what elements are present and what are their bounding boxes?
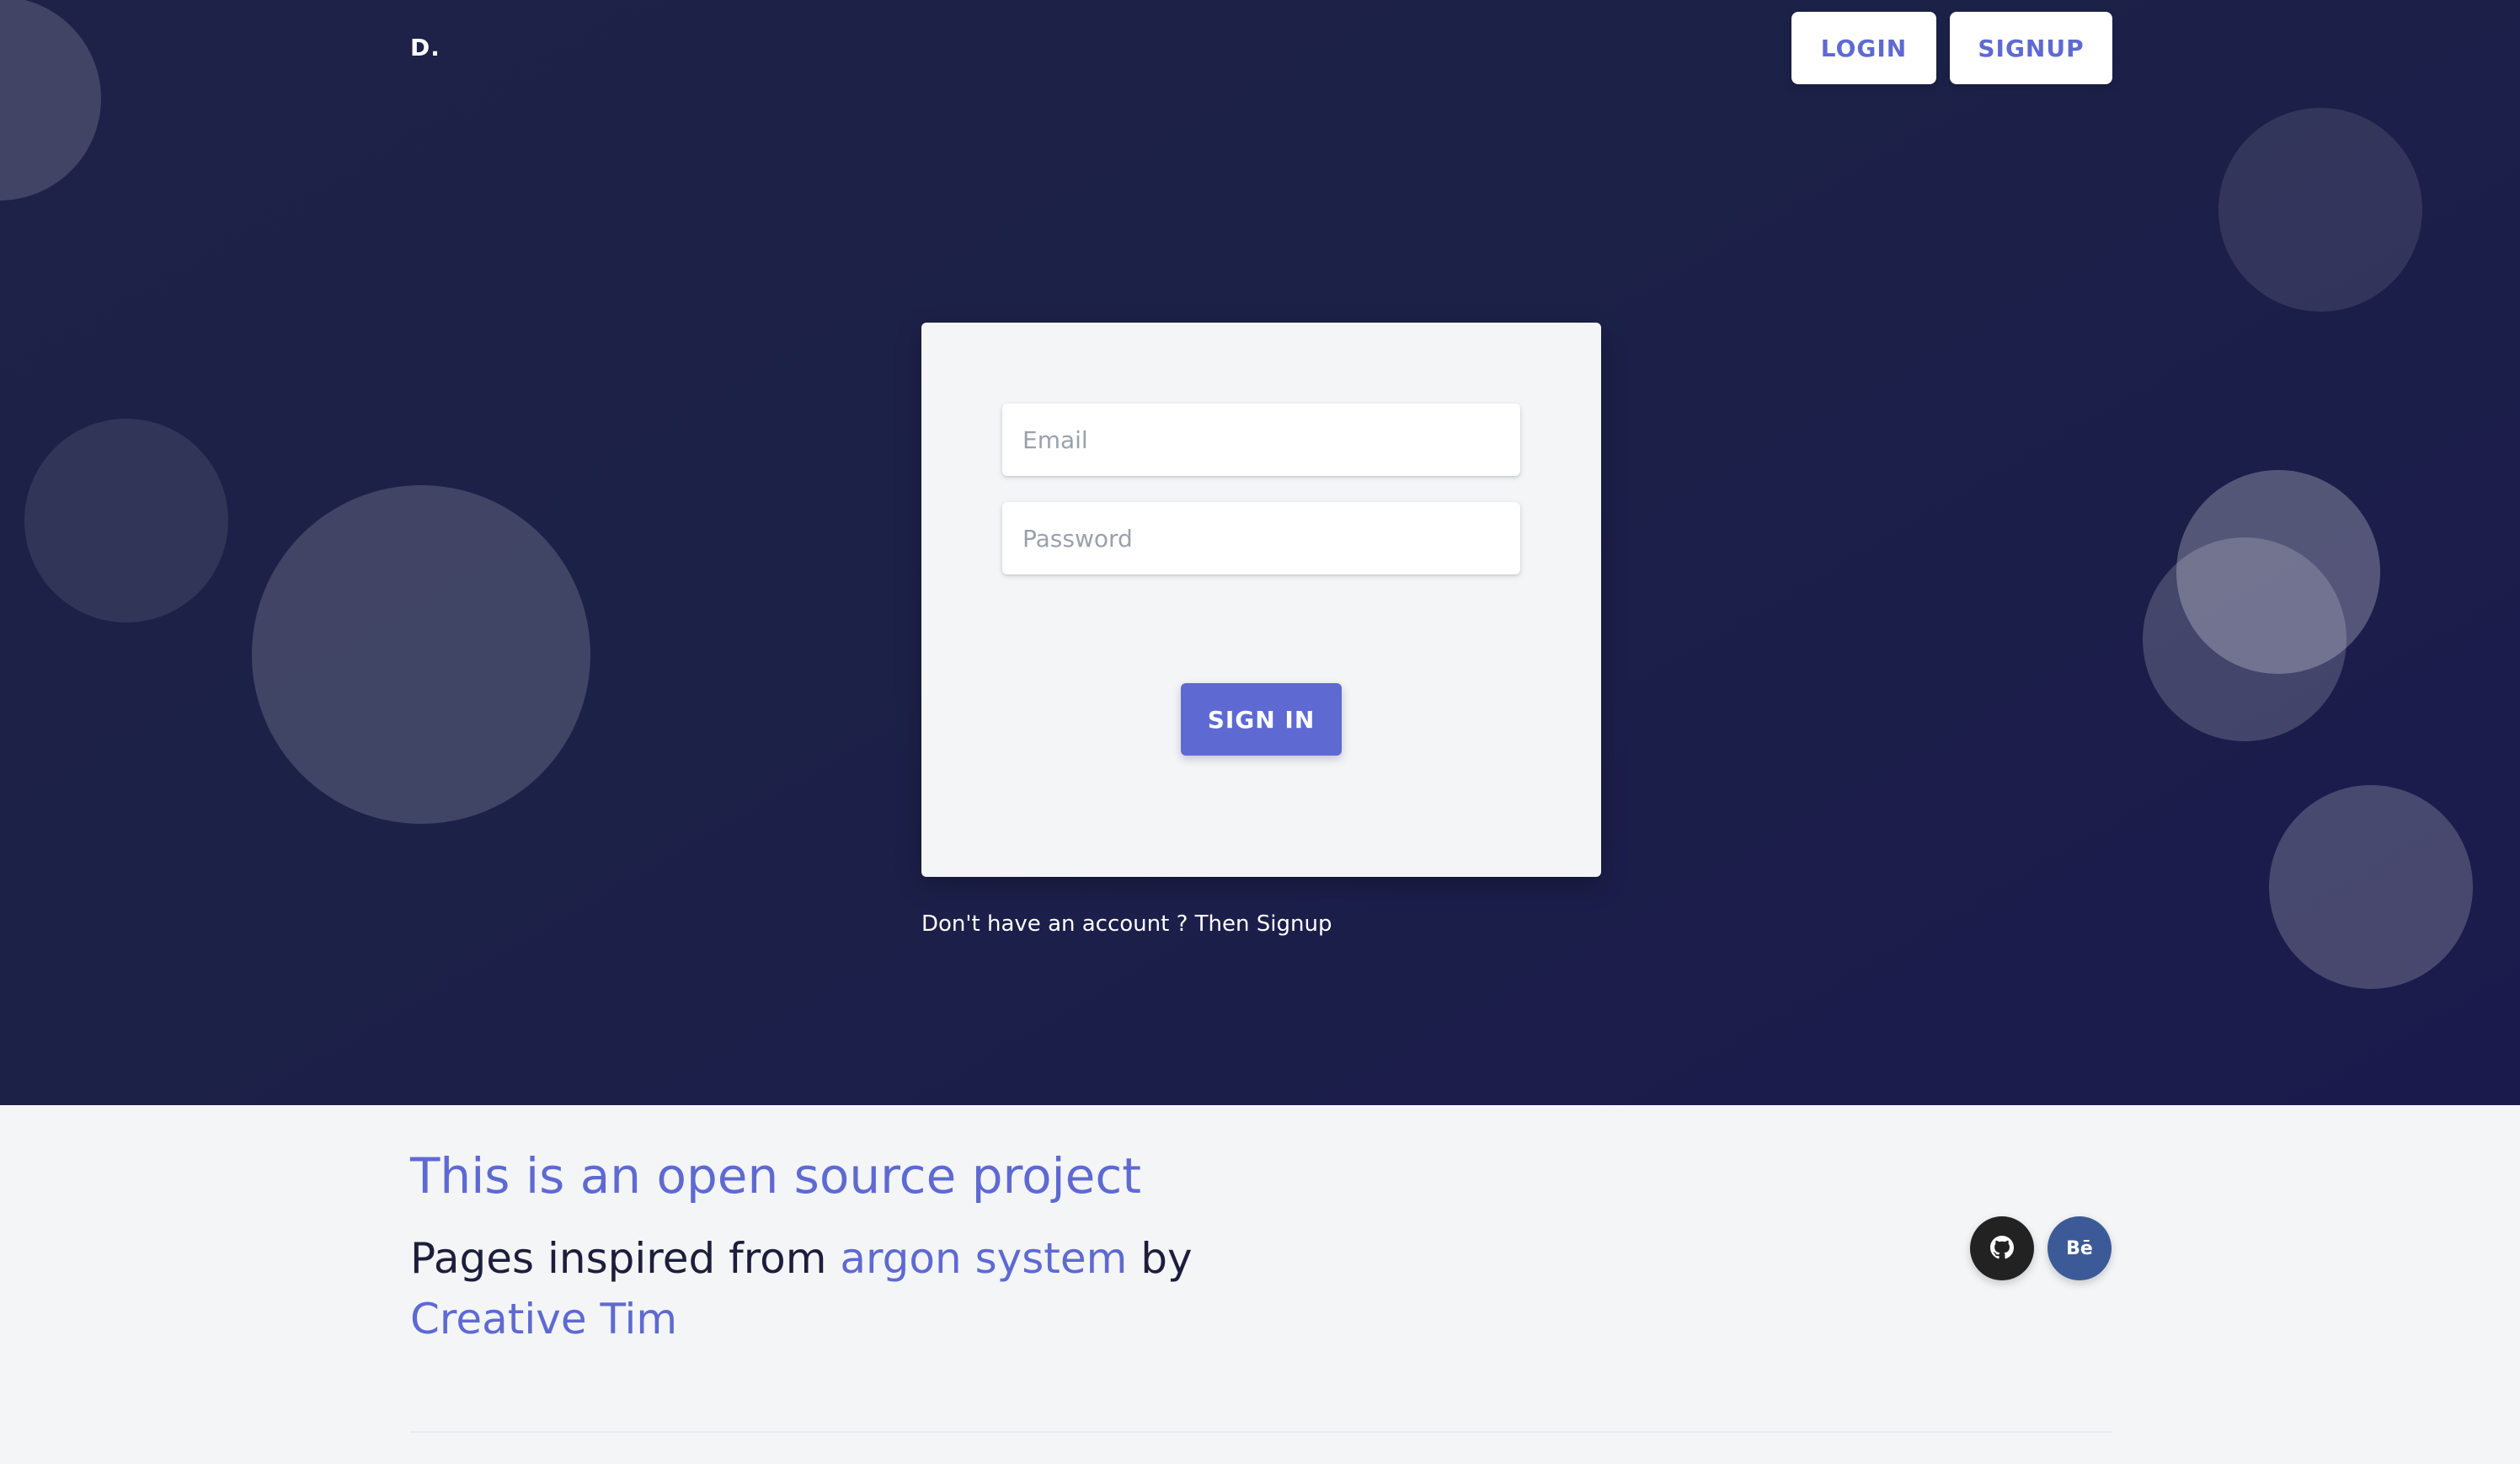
github-button[interactable] [1970, 1216, 2034, 1280]
footer-section: This is an open source project Pages ins… [0, 1105, 2520, 1464]
decorative-bubble [2143, 537, 2346, 741]
argon-system-link[interactable]: argon system [840, 1234, 1127, 1283]
footer-title: This is an open source project [410, 1147, 1141, 1205]
sign-in-button[interactable]: SIGN IN [1181, 683, 1342, 756]
hero-section: D. LOGIN SIGNUP SIGN IN Don't have an ac… [0, 0, 2520, 1105]
footer-subtitle: Pages inspired from argon system by Creat… [410, 1228, 1236, 1349]
footer-subtitle-text: Pages inspired from [410, 1234, 841, 1283]
behance-button[interactable]: Bē [2048, 1216, 2112, 1280]
footer-subtitle-by: by [1127, 1234, 1193, 1283]
decorative-bubble [0, 0, 101, 200]
signup-link[interactable]: Don't have an account ? Then Signup [921, 911, 1332, 937]
login-card: SIGN IN [921, 323, 1601, 877]
github-icon [1990, 1235, 2014, 1262]
signup-button[interactable]: SIGNUP [1950, 12, 2112, 84]
decorative-bubble [24, 419, 228, 622]
decorative-bubble [2218, 108, 2422, 312]
brand-logo[interactable]: D. [410, 34, 440, 61]
decorative-bubble [252, 485, 590, 824]
decorative-bubble [2269, 785, 2473, 989]
email-field[interactable] [1002, 403, 1520, 476]
login-button[interactable]: LOGIN [1791, 12, 1936, 84]
creative-tim-link[interactable]: Creative Tim [410, 1295, 677, 1344]
behance-icon: Bē [2066, 1237, 2093, 1259]
footer-divider [410, 1431, 2112, 1433]
password-field[interactable] [1002, 502, 1520, 574]
